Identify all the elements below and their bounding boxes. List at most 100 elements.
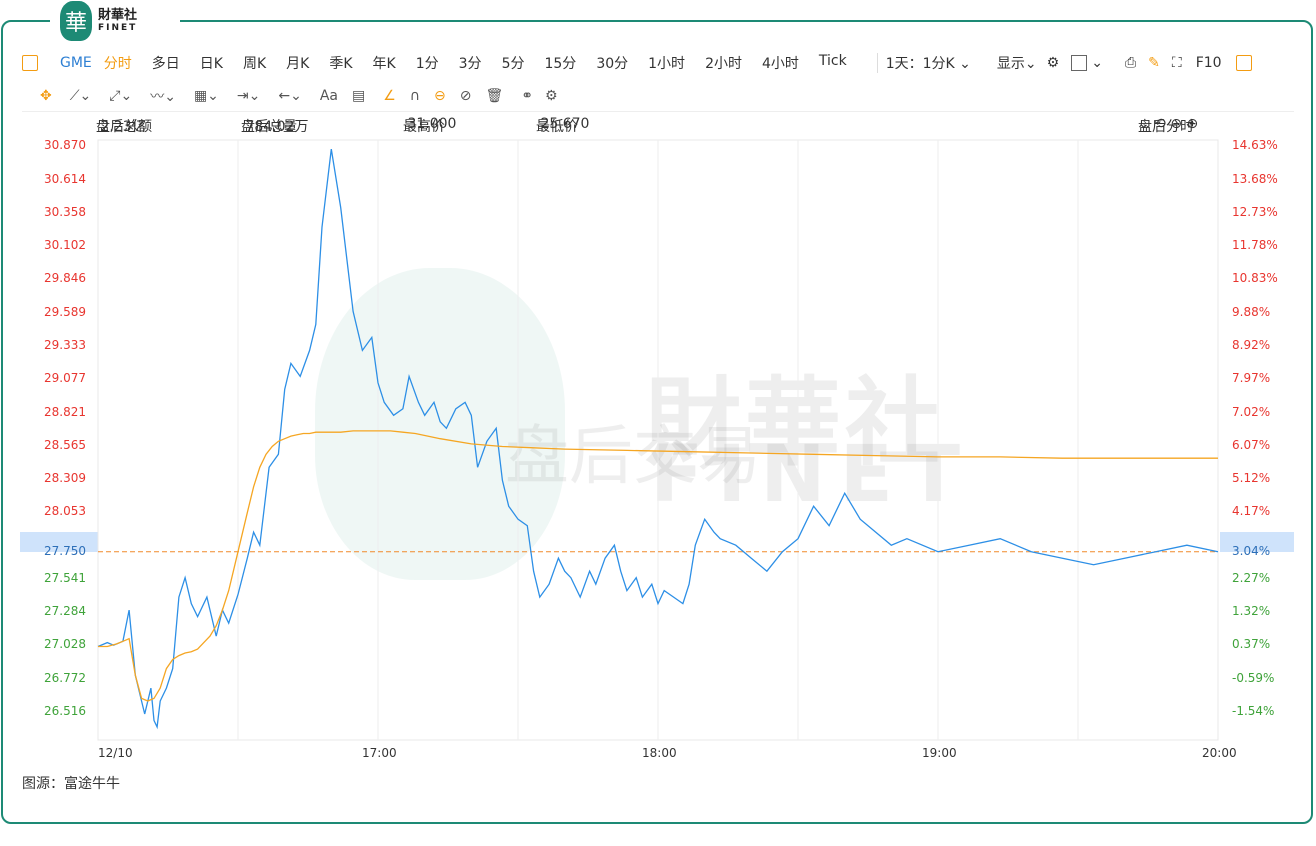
tab-11[interactable]: 30分 [596,53,628,73]
display-menu[interactable]: 显示⌄ [997,53,1037,73]
tab-1[interactable]: 多日 [152,53,180,73]
y-tick-right: 12.73% [1232,204,1278,219]
hide-icon[interactable]: ⊘ [460,88,472,104]
y-tick-left: 30.358 [44,204,86,219]
y-tick-right: 5.12% [1232,471,1271,486]
tab-14[interactable]: 4小时 [762,53,799,73]
y-tick-right: 6.07% [1232,437,1271,452]
move-icon[interactable]: ✥ [40,88,52,104]
y-tick-right: 9.88% [1232,304,1271,319]
y-tick-left: 28.309 [44,471,86,486]
camera-icon[interactable]: ⎙ [1125,55,1136,71]
tab-12[interactable]: 1小时 [648,53,685,73]
brand-logo: 華 財華社 FINET [50,0,180,42]
range-tool-icon[interactable]: ⇥⌄ [237,88,260,104]
y-tick-left: 27.750 [44,543,86,558]
tab-13[interactable]: 2小时 [705,53,742,73]
panel-toggle-icon[interactable] [1235,55,1252,71]
y-tick-left: 30.102 [44,238,86,253]
x-tick: 17:00 [362,746,397,760]
y-tick-right: 4.17% [1232,504,1271,519]
y-tick-left: 28.821 [44,404,86,419]
after-volume: 盘后总量 784.02万 [241,119,309,135]
y-tick-left: 27.028 [44,637,86,652]
measure-tool-icon[interactable]: ▦⌄ [194,88,219,104]
tab-6[interactable]: 年K [373,53,396,73]
tab-10[interactable]: 15分 [544,53,576,73]
tab-8[interactable]: 3分 [459,53,482,73]
lock-icon[interactable]: ⊖ [434,88,446,104]
comment-icon[interactable]: ▤ [352,88,365,104]
y-tick-left: 27.284 [44,604,86,619]
y-tick-right: 14.63% [1232,138,1278,153]
after-turnover: 盘后总额 2.23亿 [96,119,152,135]
y-tick-left: 30.870 [44,138,86,153]
y-tick-left: 30.614 [44,171,86,186]
y-tick-right: -0.59% [1232,670,1275,685]
tab-4[interactable]: 月K [286,53,309,73]
wave-tool-icon[interactable]: 〰⌄ [150,86,176,106]
low-price: 最低价 25.670 [536,116,590,135]
brand-name-cn: 財華社 [98,8,138,23]
text-tool-icon[interactable]: Aa [320,88,338,104]
sidebar-toggle-icon[interactable] [22,55,38,71]
x-tick: 20:00 [1202,746,1237,760]
y-tick-right: 13.68% [1232,171,1278,186]
line-tool-icon[interactable]: ⟋⌄ [70,88,92,104]
f10-button[interactable]: F10 [1196,55,1222,71]
tab-2[interactable]: 日K [200,53,223,73]
tab-3[interactable]: 周K [243,53,266,73]
trash-icon[interactable]: 🗑 [486,88,504,104]
y-tick-right: 3.04% [1232,543,1271,558]
y-tick-right: 0.37% [1232,637,1271,652]
tab-5[interactable]: 季K [329,53,352,73]
period-toolbar: GME 分时 多日 日K 周K 月K 季K 年K 1分 3分 5分 15分 30分 1小时 2小时 4小时 T… [22,50,1292,76]
high-price: 最高价 31.000 [403,116,457,135]
y-tick-right: 10.83% [1232,271,1278,286]
y-tick-left: 29.589 [44,304,86,319]
y-tick-right: -1.54% [1232,703,1275,718]
drawing-toolbar: ✥ ⟋⌄ ⤢⌄ 〰⌄ ▦⌄ ⇥⌄ ←⌄ Aa ▤ ∠ ∩ ⊖ ⊘ 🗑 ⚭ ⚙ [40,84,660,108]
tab-15[interactable]: Tick [819,53,847,73]
brand-badge: 華 [60,1,92,41]
tab-9[interactable]: 5分 [502,53,525,73]
info-bar: 盘后总额 2.23亿 盘后总量 784.02万 最高价 31.000 最低价 2… [96,116,1286,136]
y-tick-left: 26.516 [44,703,86,718]
watermark-en: FINET [650,430,975,520]
tab-0[interactable]: 分时 [104,53,132,73]
y-tick-right: 11.78% [1232,238,1278,253]
magnet-icon[interactable]: ∩ [410,88,420,104]
pencil-icon[interactable]: ✎ [1148,55,1160,71]
x-tick: 12/10 [98,746,133,760]
chevron-down-icon[interactable]: ⌄ [1091,55,1103,71]
toolbar-divider [22,111,1294,112]
y-tick-left: 28.565 [44,437,86,452]
link-icon[interactable]: ⚭ [521,88,533,104]
period-select[interactable]: 1天：1分K ⌄ [876,53,971,73]
settings-icon[interactable]: ⚙ [1047,55,1060,71]
eraser-icon[interactable]: ∠ [383,88,396,104]
y-tick-left: 27.541 [44,570,86,585]
arrow-tool-icon[interactable]: ←⌄ [278,88,301,104]
fullscreen-icon[interactable]: ⛶ [1172,55,1182,71]
y-tick-left: 29.077 [44,371,86,386]
y-tick-right: 2.27% [1232,570,1271,585]
brand-name-en: FINET [98,23,138,33]
y-tick-right: 1.32% [1232,604,1271,619]
y-tick-left: 29.333 [44,338,86,353]
y-tick-right: 7.97% [1232,371,1271,386]
y-tick-right: 8.92% [1232,338,1271,353]
checkbox-icon[interactable] [1071,55,1088,71]
tab-7[interactable]: 1分 [416,53,439,73]
mode-select[interactable]: 盘后分时 ⌄ ⟲ ⊖ ⊕ [1138,116,1198,135]
x-tick: 18:00 [642,746,677,760]
polyline-tool-icon[interactable]: ⤢⌄ [109,88,132,104]
y-tick-right: 7.02% [1232,404,1271,419]
x-tick: 19:00 [922,746,957,760]
symbol-label[interactable]: GME [60,55,92,71]
y-tick-left: 29.846 [44,271,86,286]
image-source: 图源：富途牛牛 [22,776,120,792]
draw-settings-icon[interactable]: ⚙ [545,88,558,104]
y-tick-left: 28.053 [44,504,86,519]
y-tick-left: 26.772 [44,670,86,685]
